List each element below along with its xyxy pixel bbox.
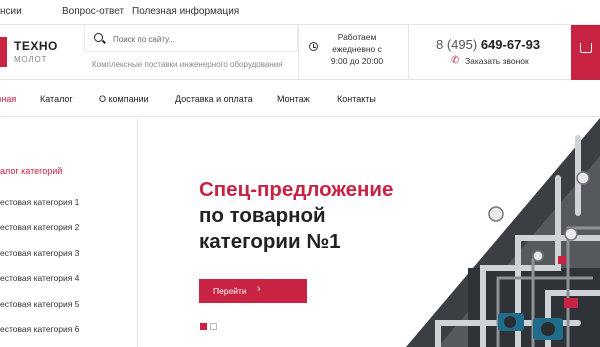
nav-item-home[interactable]: Главная [0,94,16,104]
nav-item-contacts[interactable]: Контакты [337,94,376,104]
hours-line: 9:00 до 20:00 [330,56,384,66]
slider-dot-1[interactable] [200,323,207,330]
chevron-right-icon: › [257,283,261,295]
site-header: ТЕХНО МОЛОТ Комплексные поставки инженер… [0,25,600,80]
working-hours: Работаем ежедневно с 9:00 до 20:00 [322,31,392,67]
logo-name[interactable]: ТЕХНО [14,39,58,53]
hero-go-button[interactable]: Перейти › [199,279,307,303]
hours-line: Работаем [337,32,377,42]
nav-item-catalog[interactable]: Каталог [40,94,73,104]
category-sidebar: алог категорий естовая категория 1 естов… [0,118,138,347]
nav-item-delivery[interactable]: Доставка и оплата [175,94,253,104]
sidebar-title[interactable]: алог категорий [0,166,62,176]
sidebar-item-category-1[interactable]: естовая категория 1 [0,197,79,207]
divider [408,25,409,80]
sidebar-item-category-5[interactable]: естовая категория 5 [0,299,79,309]
search-icon[interactable] [94,33,103,42]
search-box [84,25,298,52]
hero-go-label: Перейти [213,286,247,296]
callback-link[interactable]: Заказать звонок [465,56,529,66]
topbar-link-info[interactable]: нсии [0,6,22,17]
divider [298,25,299,80]
phone-handset-icon: ✆ [451,55,460,66]
cart-icon [580,43,592,53]
top-bar: нсии Вопрос-ответ Полезная информация [0,0,600,25]
cart-button[interactable] [571,25,600,80]
sidebar-item-category-6[interactable]: естовая категория 6 [0,324,79,334]
clock-icon [309,42,318,51]
company-tagline: Комплексные поставки инженерного оборудо… [92,60,283,69]
hours-line: ежедневно с [332,44,382,54]
topbar-link-faq[interactable]: Вопрос-ответ [62,6,124,17]
logo-subtitle: МОЛОТ [14,55,48,64]
search-input[interactable] [113,32,293,46]
sidebar-item-category-3[interactable]: естовая категория 3 [0,248,79,258]
nav-item-installation[interactable]: Монтаж [277,94,310,104]
nav-item-about[interactable]: О компании [99,94,149,104]
phone-number[interactable]: 8 (495) 649-67-93 [436,37,540,52]
sidebar-item-category-2[interactable]: естовая категория 2 [0,222,79,232]
hero-slider: Спец-предложение по товарной категории №… [138,118,600,347]
logo-mark[interactable] [0,37,7,67]
slider-dot-2[interactable] [210,323,217,330]
phone-digits: 649-67-93 [480,37,541,52]
hero-title-highlight: Спец-предложение [199,178,394,201]
topbar-link-useful-info[interactable]: Полезная информация [132,6,239,17]
sidebar-item-category-4[interactable]: естовая категория 4 [0,273,79,283]
hero-title-line: по товарной [199,204,326,227]
main-nav: Главная Каталог О компании Доставка и оп… [0,80,600,117]
hero-title-line: категории №1 [199,230,341,253]
phone-prefix: 8 (495) [436,37,478,52]
